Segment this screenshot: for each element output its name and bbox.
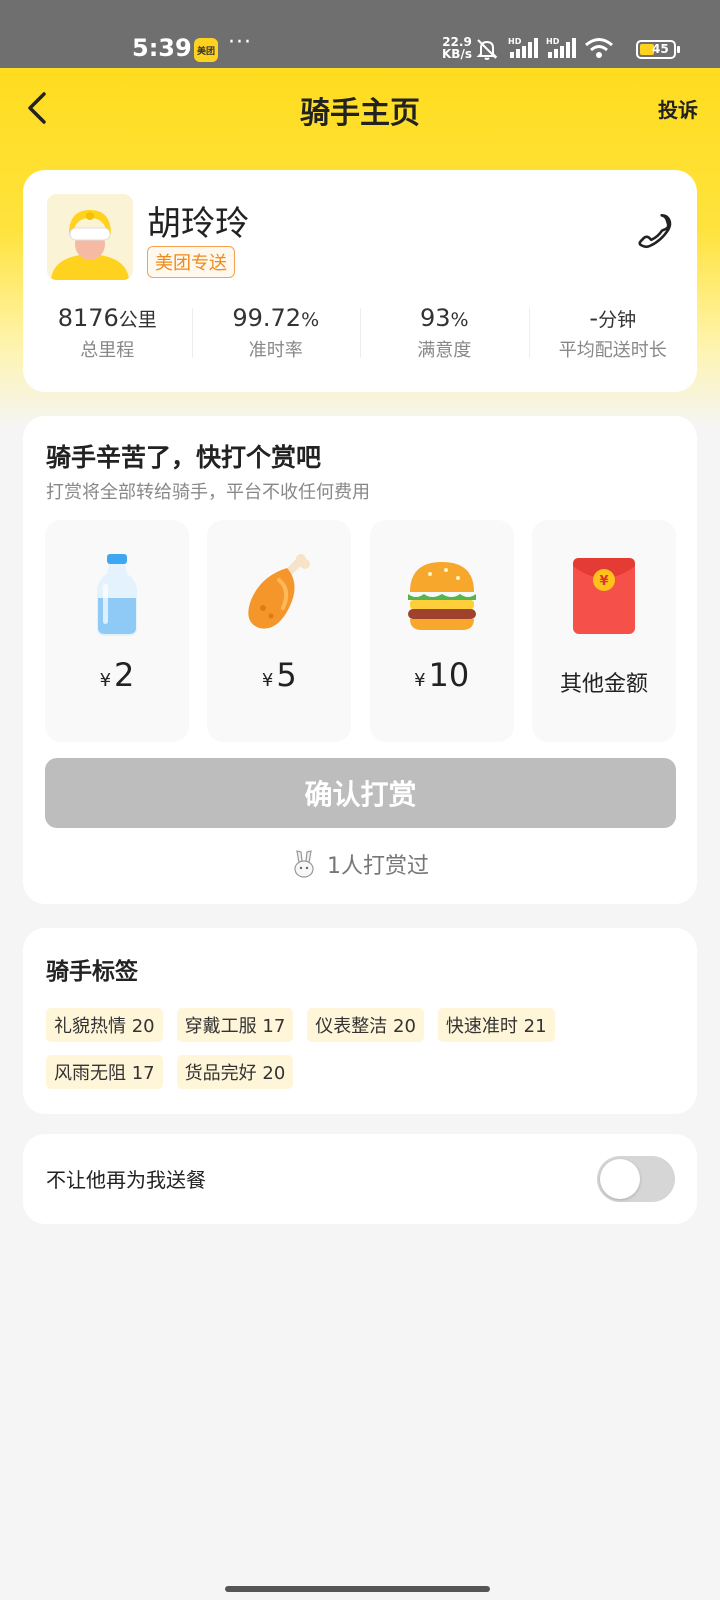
- rider-stats: 8176公里 总里程 99.72% 准时率 93% 满意度 -分钟 平均配送时长: [23, 304, 697, 364]
- stat-avg-delivery-time: -分钟 平均配送时长: [528, 304, 698, 364]
- tipped-count: 1人打赏过: [23, 848, 697, 880]
- tag-item: 仪表整洁 20: [307, 1008, 424, 1042]
- tag-item: 风雨无阻 17: [46, 1055, 163, 1089]
- tip-option-2[interactable]: ¥2: [45, 520, 189, 742]
- tip-option-5[interactable]: ¥5: [207, 520, 352, 742]
- block-rider-card: 不让他再为我送餐: [23, 1134, 697, 1224]
- rider-avatar-icon: [47, 194, 133, 280]
- network-speed: 22.9 KB/s: [442, 35, 472, 61]
- battery-icon: 45: [636, 40, 680, 59]
- tip-card: 骑手辛苦了，快打个赏吧 打赏将全部转给骑手，平台不收任何费用 ¥2 ¥5 ¥10…: [23, 416, 697, 904]
- rider-tags-card: 骑手标签 礼貌热情 20 穿戴工服 17 仪表整洁 20 快速准时 21 风雨无…: [23, 928, 697, 1114]
- phone-icon[interactable]: [633, 210, 673, 250]
- block-rider-toggle[interactable]: [597, 1156, 675, 1202]
- rider-name: 胡玲玲: [147, 204, 249, 244]
- home-indicator[interactable]: [225, 1586, 490, 1592]
- stat-total-distance: 8176公里 总里程: [57, 304, 157, 361]
- avatar: [47, 194, 133, 280]
- signal-hd-2-icon: HD: [546, 37, 576, 58]
- tag-item: 货品完好 20: [176, 1055, 294, 1089]
- brand-badge: 美团专送: [147, 246, 235, 278]
- more-notifications-icon: ···: [228, 30, 252, 55]
- water-bottle-icon: [97, 554, 137, 636]
- tip-title: 骑手辛苦了，快打个赏吧: [46, 443, 322, 472]
- chicken-leg-icon: [248, 554, 311, 629]
- tip-option-10[interactable]: ¥10: [369, 520, 514, 742]
- tag-item: 礼貌热情 20: [46, 1008, 163, 1042]
- confirm-tip-button[interactable]: 确认打赏: [45, 758, 676, 828]
- svg-text:HD: HD: [546, 37, 560, 46]
- tags-list: 礼貌热情 20 穿戴工服 17 仪表整洁 20 快速准时 21 风雨无阻 17 …: [46, 1008, 676, 1089]
- stat-on-time-rate: 99.72% 准时率: [191, 304, 361, 364]
- svg-text:¥: ¥: [599, 574, 608, 589]
- tip-option-other[interactable]: ¥ 其他金额: [531, 520, 676, 742]
- tip-options: ¥2 ¥5 ¥10 ¥ 其他金额: [45, 520, 676, 742]
- meituan-app-icon: 美团: [194, 38, 218, 62]
- tip-subtitle: 打赏将全部转给骑手，平台不收任何费用: [46, 482, 370, 503]
- tag-item: 穿戴工服 17: [176, 1008, 294, 1042]
- tags-title: 骑手标签: [46, 959, 138, 985]
- burger-icon: [407, 562, 476, 630]
- stat-satisfaction: 93% 满意度: [360, 304, 529, 364]
- complain-button[interactable]: 投诉: [658, 94, 698, 123]
- mute-icon: [476, 39, 498, 60]
- wifi-icon: [585, 38, 613, 58]
- block-rider-label: 不让他再为我送餐: [46, 1168, 206, 1192]
- rabbit-icon: [294, 850, 314, 878]
- rider-profile-card: 胡玲玲 美团专送 8176公里 总里程 99.72% 准时率 93% 满意度 -…: [23, 170, 697, 392]
- tag-item: 快速准时 21: [437, 1008, 555, 1042]
- status-time: 5:39: [132, 34, 192, 62]
- red-envelope-icon: ¥: [572, 558, 635, 634]
- page-title: 骑手主页: [300, 96, 420, 131]
- status-bar: 5:39 美团 ··· 22.9 KB/s HD HD 45: [0, 0, 720, 68]
- signal-hd-1-icon: HD: [508, 37, 538, 58]
- svg-text:HD: HD: [508, 37, 522, 46]
